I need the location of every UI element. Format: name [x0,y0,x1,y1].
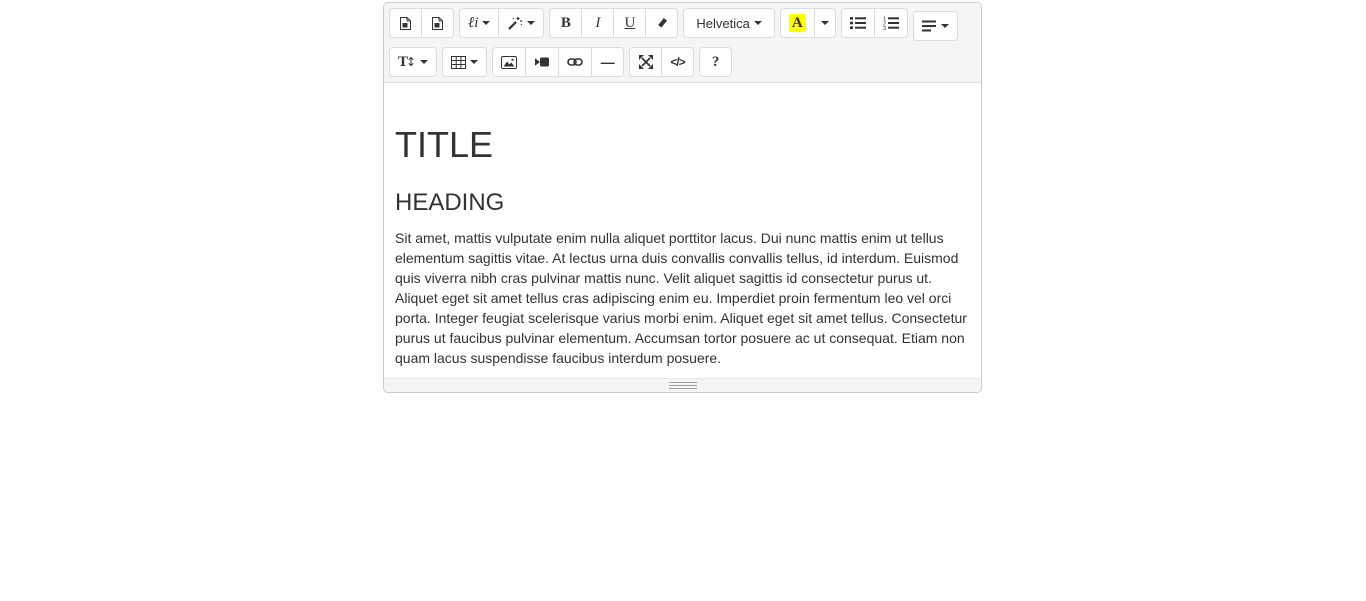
caret-down-icon [820,21,829,25]
editor-toolbar: ℓi B I U Helvetica A 1 2 3 T ↕ — </> ? [384,3,981,83]
insert-button-group: — [492,47,625,77]
caret-down-icon [470,60,479,64]
italic-icon: I [595,14,601,31]
help-icon: ? [711,53,720,70]
view-button-group: </> [629,47,695,77]
caret-down-icon [420,60,429,64]
ordered-list-icon: 1 2 3 [883,16,899,30]
eraser-icon [655,16,669,30]
color-button-group: A [779,8,836,38]
caret-down-icon [753,21,762,25]
picture-icon [501,55,518,69]
resize-handle-icon[interactable] [668,382,697,389]
font-color-button[interactable]: A [779,8,815,38]
document-button-1[interactable] [389,8,422,38]
magic-wand-icon [507,15,523,31]
help-button[interactable]: ? [699,47,733,77]
bold-button[interactable]: B [549,8,583,38]
video-icon [534,56,550,68]
editor-content-area[interactable]: TITLE HEADING Sit amet, mattis vulputate… [384,83,981,378]
fullscreen-icon [638,55,653,69]
rich-text-editor: ℓi B I U Helvetica A 1 2 3 T ↕ — </> ? T… [383,2,982,393]
content-heading: HEADING [395,189,505,216]
insert-hr-button[interactable]: — [591,47,625,77]
insert-video-button[interactable] [525,47,560,77]
unordered-list-icon [849,16,866,30]
table-icon [451,55,467,69]
link-icon [567,57,583,67]
editor-statusbar[interactable] [384,378,981,392]
table-dropdown-button[interactable] [442,47,488,77]
fontsize-dropdown-button[interactable]: T ↕ [389,47,438,77]
content-title: TITLE [395,124,494,165]
fontname-button-group: Helvetica [683,8,775,38]
document-icon [399,16,412,31]
toolbar-row-2: T ↕ — </> ? [389,47,976,77]
insert-picture-button[interactable] [492,47,527,77]
insert-link-button[interactable] [558,47,593,77]
document-button-group [389,8,454,38]
document-icon [431,16,444,31]
fontname-label: Helvetica [696,15,750,31]
underline-button[interactable]: U [613,8,647,38]
fullscreen-button[interactable] [629,47,663,77]
clear-formatting-button[interactable] [645,8,679,38]
underline-icon: U [624,14,636,31]
fontname-dropdown-button[interactable]: Helvetica [683,8,775,38]
caret-down-icon [527,21,536,25]
codeview-button[interactable]: </> [661,47,695,77]
fontsize-icon: T ↕ [398,53,417,70]
toolbar-row-1: ℓi B I U Helvetica A 1 2 3 [389,8,976,41]
italic-button[interactable]: I [581,8,615,38]
svg-text:3: 3 [883,26,886,30]
table-button-group [442,47,488,77]
ordered-list-button[interactable]: 1 2 3 [873,8,908,38]
font-style-button-group: B I U [549,8,679,38]
caret-down-icon [482,21,491,25]
fontsize-button-group: T ↕ [389,47,438,77]
color-dropdown-button[interactable] [813,8,836,38]
codeview-icon: </> [670,55,685,69]
content-paragraph: Sit amet, mattis vulputate enim nulla al… [395,230,967,366]
help-button-group: ? [699,47,733,77]
document-button-2[interactable] [421,8,454,38]
paragraph-align-dropdown-button[interactable] [912,11,958,41]
paragraph-button-group [912,11,958,41]
list-button-group: 1 2 3 [840,8,908,38]
magic-style-dropdown-button[interactable] [498,8,545,38]
caret-down-icon [940,24,949,28]
unordered-list-button[interactable] [840,8,875,38]
bold-icon: B [560,14,571,31]
style-icon: ℓi [468,14,479,31]
horizontal-rule-icon: — [600,54,615,70]
align-left-icon [921,20,937,32]
font-color-icon: A [788,14,806,32]
style-dropdown-button[interactable]: ℓi [459,8,500,38]
style-button-group: ℓi [459,8,545,38]
